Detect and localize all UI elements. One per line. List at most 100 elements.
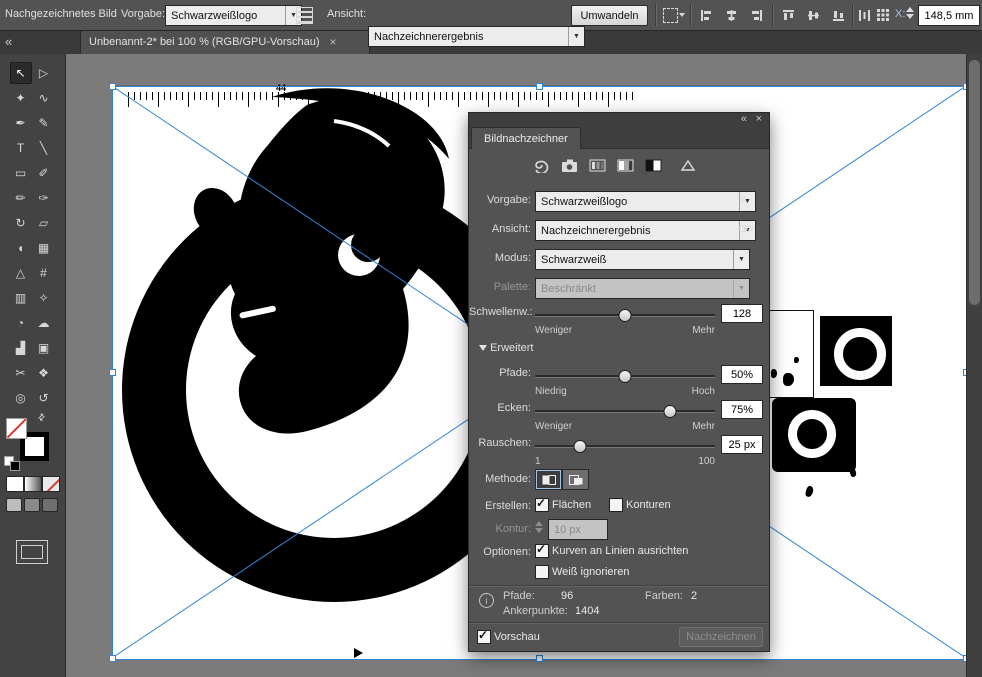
gradient-mode-button[interactable] [24, 476, 42, 492]
align-bottom-icon[interactable] [832, 9, 845, 22]
konturen-checkbox[interactable] [609, 498, 623, 512]
grid-icon[interactable] [876, 8, 890, 22]
perspective-grid-tool[interactable]: △ [10, 262, 32, 284]
preset-dropdown[interactable]: Schwarzweißlogo [165, 5, 302, 26]
schwellenwert-slider-handle[interactable] [618, 309, 632, 322]
close-tab-icon[interactable]: × [330, 35, 337, 49]
rotate-tool[interactable]: ↻ [10, 212, 32, 234]
selection-handle[interactable] [109, 369, 116, 376]
eye-icon[interactable] [737, 223, 754, 234]
transform-icon[interactable] [663, 8, 678, 23]
none-mode-button[interactable] [42, 476, 60, 492]
slice-tool[interactable]: ✂ [10, 362, 32, 384]
low-color-preset-icon[interactable] [589, 158, 607, 173]
pen-tool[interactable]: ✒ [10, 112, 32, 134]
high-color-preset-icon[interactable] [561, 158, 579, 173]
zoom-tool[interactable]: ◎ [10, 387, 32, 409]
collapse-panel-icon[interactable]: « [5, 34, 12, 49]
ansicht-dropdown[interactable]: Nachzeichnerergebnis [535, 220, 756, 241]
overlapping-icon [568, 474, 582, 485]
close-panel-icon[interactable]: × [756, 113, 762, 125]
panel-toggle-icon[interactable] [296, 7, 313, 24]
align-right-icon[interactable] [750, 9, 763, 22]
rauschen-value[interactable]: 25 px [721, 435, 763, 454]
type-tool[interactable]: T [10, 137, 32, 159]
align-center-horizontal-icon[interactable] [725, 9, 738, 22]
view-dropdown[interactable]: Nachzeichnerergebnis [368, 26, 585, 47]
flaechen-checkbox[interactable] [535, 496, 549, 512]
ecken-slider-handle[interactable] [663, 405, 677, 418]
schwellenwert-slider[interactable] [535, 309, 715, 322]
align-center-vertical-icon[interactable] [807, 9, 820, 22]
document-tab[interactable]: Unbenannt-2* bei 100 % (RGB/GPU-Vorschau… [80, 30, 370, 54]
methode-abutting-button[interactable] [535, 469, 562, 490]
scrollbar-thumb[interactable] [969, 60, 980, 305]
pfade-slider[interactable] [535, 370, 715, 383]
fill-swatch[interactable] [6, 418, 27, 439]
trace-button[interactable]: Nachzeichnen [679, 627, 763, 647]
draw-behind-button[interactable] [24, 498, 40, 512]
mesh-tool[interactable]: # [33, 262, 55, 284]
swap-fill-stroke-icon[interactable]: ⇄ [35, 411, 48, 424]
magic-wand-tool[interactable]: ✦ [10, 87, 32, 109]
rauschen-slider-handle[interactable] [573, 440, 587, 453]
pfade-value[interactable]: 50% [721, 365, 763, 384]
rotate-view-tool[interactable]: ↺ [33, 387, 55, 409]
collapse-panel-icon[interactable]: « [741, 113, 747, 125]
grayscale-preset-icon[interactable] [617, 158, 635, 173]
kurven-checkbox[interactable] [535, 542, 549, 558]
ecken-slider[interactable] [535, 405, 715, 418]
panel-tab[interactable]: Bildnachzeichner [471, 127, 581, 149]
hand-tool[interactable]: ❖ [33, 362, 55, 384]
auto-color-preset-icon[interactable] [533, 158, 551, 173]
pfade-slider-handle[interactable] [618, 370, 632, 383]
selection-handle[interactable] [109, 83, 116, 90]
x-position-field[interactable]: 148,5 mm [918, 5, 980, 26]
black-white-preset-icon[interactable] [645, 158, 663, 173]
outline-preset-icon[interactable] [679, 158, 697, 173]
align-top-icon[interactable] [782, 9, 795, 22]
paintbrush-tool[interactable]: ✐ [33, 162, 55, 184]
erweitert-disclosure[interactable]: Erweitert [479, 342, 533, 354]
ecken-value[interactable]: 75% [721, 400, 763, 419]
selection-handle[interactable] [109, 655, 116, 662]
default-swatches-icon [10, 461, 20, 471]
selection-handle[interactable] [536, 83, 543, 90]
free-transform-tool[interactable]: ▦ [33, 237, 55, 259]
schwellenwert-value[interactable]: 128 [721, 304, 763, 323]
blend-tool[interactable]: ◔ [10, 312, 32, 334]
scale-tool[interactable]: ▱ [33, 212, 55, 234]
weiss-checkbox[interactable] [535, 565, 549, 579]
vorgabe-dropdown[interactable]: Schwarzweißlogo [535, 191, 756, 212]
selection-handle[interactable] [536, 655, 543, 662]
artboard-tool[interactable]: ▣ [33, 337, 55, 359]
curvature-tool[interactable]: ✎ [33, 112, 55, 134]
line-segment-tool[interactable]: ╲ [33, 137, 55, 159]
draw-inside-button[interactable] [42, 498, 58, 512]
vertical-scrollbar[interactable] [966, 54, 982, 677]
gradient-tool[interactable]: ▥ [10, 287, 32, 309]
chevron-down-icon[interactable] [679, 13, 685, 17]
column-graph-tool[interactable]: ▟ [10, 337, 32, 359]
shaper-tool[interactable]: ✑ [33, 187, 55, 209]
screen-mode-button[interactable] [16, 540, 48, 564]
preset-menu-icon[interactable] [739, 191, 747, 206]
draw-normal-button[interactable] [6, 498, 22, 512]
methode-overlapping-button[interactable] [562, 469, 589, 490]
expand-button[interactable]: Umwandeln [571, 5, 648, 26]
rectangle-tool[interactable]: ▭ [10, 162, 32, 184]
modus-dropdown[interactable]: Schwarzweiß [535, 249, 750, 270]
selection-tool[interactable]: ↖ [9, 61, 32, 84]
align-left-icon[interactable] [700, 9, 713, 22]
x-position-stepper[interactable] [906, 7, 914, 19]
rauschen-slider[interactable] [535, 440, 715, 453]
lasso-tool[interactable]: ∿ [33, 87, 55, 109]
vorschau-checkbox[interactable] [477, 628, 491, 644]
pencil-tool[interactable]: ✏ [10, 187, 32, 209]
direct-selection-tool[interactable]: ▷ [33, 62, 55, 84]
distribute-icon[interactable] [858, 9, 871, 22]
color-mode-button[interactable] [6, 476, 24, 492]
symbol-sprayer-tool[interactable]: ☁ [33, 312, 55, 334]
width-tool[interactable]: ◖ [10, 237, 32, 259]
eyedropper-tool[interactable]: ✧ [33, 287, 55, 309]
